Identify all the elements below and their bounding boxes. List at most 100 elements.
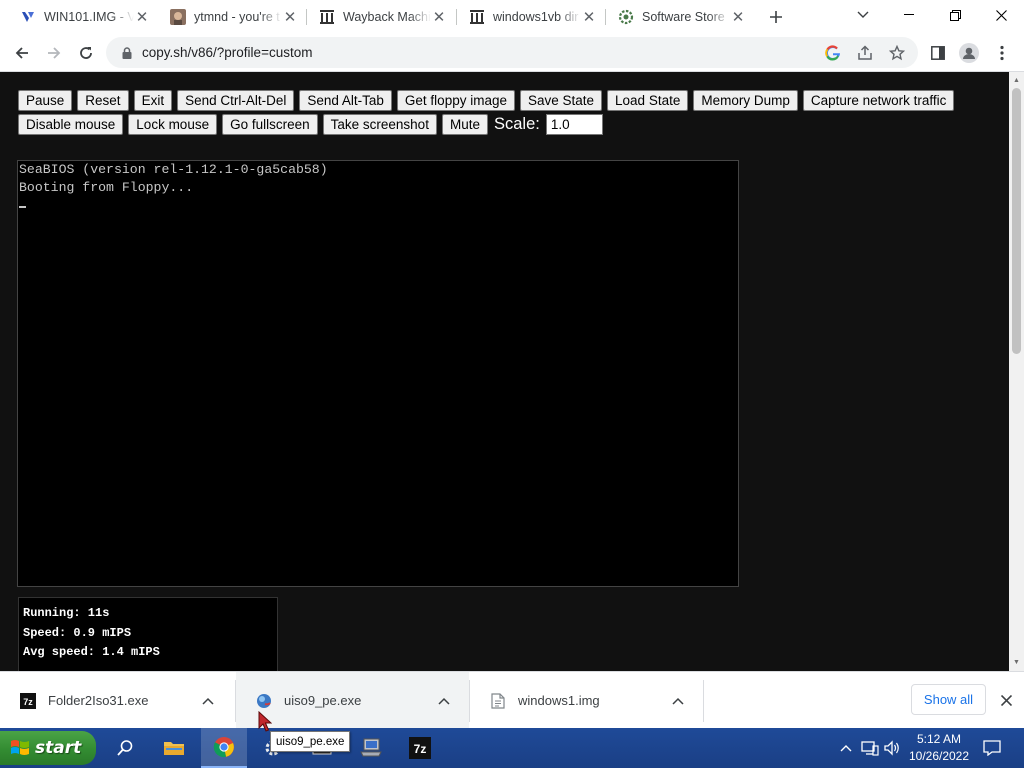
show-hidden-icons-button[interactable] — [836, 728, 856, 768]
scale-input[interactable] — [545, 114, 603, 135]
avg-speed-value: Avg speed: 1.4 mIPS — [23, 645, 160, 659]
bookmark-star-icon[interactable] — [888, 44, 906, 62]
kebab-menu-icon — [1000, 45, 1004, 61]
close-icon[interactable]: ✕ — [581, 9, 597, 26]
notification-icon — [983, 740, 1001, 756]
ytmnd-avatar-icon — [170, 9, 186, 25]
close-icon[interactable]: ✕ — [282, 9, 298, 26]
text-cursor — [19, 206, 26, 208]
omnibox[interactable]: copy.sh/v86/?profile=custom — [106, 37, 918, 68]
new-tab-button[interactable] — [764, 5, 788, 29]
take-screenshot-button[interactable]: Take screenshot — [322, 114, 437, 135]
profile-avatar[interactable] — [958, 42, 980, 64]
control-buttons-row-2: Disable mouse Lock mouse Go fullscreen T… — [18, 114, 603, 135]
tab-title: ytmnd - you're t — [194, 10, 280, 24]
side-panel-button[interactable] — [927, 42, 949, 64]
arrow-left-icon — [15, 47, 28, 59]
minimize-button[interactable] — [886, 0, 932, 30]
start-button[interactable]: start — [0, 731, 96, 765]
emulator-stats-panel: Running: 11s Speed: 0.9 mIPS Avg speed: … — [18, 597, 278, 671]
network-icon — [861, 741, 879, 756]
taskbar-clock[interactable]: 5:12 AM 10/26/2022 — [900, 730, 978, 766]
browser-tab-strip: WIN101.IMG - V ✕ ytmnd - you're t ✕ Wayb… — [0, 0, 1024, 34]
archive-building-icon — [319, 9, 335, 25]
download-item[interactable]: 7z Folder2Iso31.exe — [0, 672, 235, 729]
notifications-button[interactable] — [980, 728, 1004, 768]
scrollbar-thumb[interactable] — [1012, 88, 1021, 354]
tab-win101[interactable]: WIN101.IMG - V ✕ — [8, 0, 158, 34]
bios-version-line: SeaBIOS (version rel-1.12.1-0-ga5cab58) — [19, 162, 328, 177]
taskbar-computer[interactable] — [348, 728, 394, 768]
restore-icon — [949, 9, 961, 21]
mute-button[interactable]: Mute — [441, 114, 488, 135]
go-fullscreen-button[interactable]: Go fullscreen — [222, 114, 318, 135]
tab-software-store[interactable]: Software Store ✕ — [606, 0, 754, 34]
save-state-button[interactable]: Save State — [519, 90, 603, 111]
side-panel-icon — [931, 46, 945, 60]
close-icon — [995, 9, 1007, 21]
get-floppy-image-button[interactable]: Get floppy image — [396, 90, 515, 111]
close-icon[interactable]: ✕ — [134, 9, 150, 26]
taskbar-search-button[interactable] — [102, 728, 148, 768]
google-icon[interactable] — [824, 44, 842, 62]
scroll-up-arrow-icon[interactable]: ▲ — [1012, 75, 1021, 85]
7zip-icon: 7z — [20, 692, 36, 709]
download-separator — [703, 680, 704, 722]
menu-button[interactable] — [991, 42, 1013, 64]
pause-button[interactable]: Pause — [18, 90, 73, 111]
close-download-shelf-button[interactable] — [996, 690, 1016, 710]
taskbar-7zip[interactable]: 7z — [397, 728, 443, 768]
tab-wayback[interactable]: Wayback Machi ✕ — [307, 0, 455, 34]
restore-button[interactable] — [932, 0, 978, 30]
search-icon — [117, 740, 133, 756]
close-icon[interactable]: ✕ — [730, 9, 746, 26]
clock-time: 5:12 AM — [916, 732, 962, 746]
tab-title: Software Store — [642, 10, 725, 24]
show-all-downloads-button[interactable]: Show all — [911, 684, 986, 715]
page-scrollbar[interactable]: ▲ ▼ — [1009, 72, 1024, 671]
tab-ytmnd[interactable]: ytmnd - you're t ✕ — [158, 0, 306, 34]
download-item[interactable]: windows1.img — [470, 672, 703, 729]
chevron-up-icon[interactable] — [436, 693, 452, 709]
send-alt-tab-button[interactable]: Send Alt-Tab — [299, 90, 392, 111]
chevron-up-icon — [840, 745, 852, 752]
chevron-up-icon[interactable] — [670, 693, 686, 709]
network-tray-button[interactable] — [859, 728, 881, 768]
send-ctrl-alt-del-button[interactable]: Send Ctrl-Alt-Del — [177, 90, 295, 111]
speed-value: Speed: 0.9 mIPS — [23, 625, 132, 640]
tab-title: Wayback Machi — [343, 10, 431, 24]
download-tooltip: uiso9_pe.exe — [270, 731, 351, 752]
profile-icon — [959, 43, 979, 63]
close-icon[interactable]: ✕ — [431, 9, 447, 26]
memory-dump-button[interactable]: Memory Dump — [693, 90, 798, 111]
lock-mouse-button[interactable]: Lock mouse — [128, 114, 218, 135]
back-button[interactable] — [8, 39, 36, 67]
tab-search-button[interactable] — [840, 0, 886, 30]
emulator-screen[interactable]: SeaBIOS (version rel-1.12.1-0-ga5cab58) … — [17, 160, 739, 587]
capture-network-traffic-button[interactable]: Capture network traffic — [802, 90, 955, 111]
windows-flag-icon — [11, 740, 29, 755]
speaker-icon — [884, 740, 899, 756]
url-text[interactable]: copy.sh/v86/?profile=custom — [142, 45, 312, 60]
reload-icon — [80, 47, 92, 59]
ultraiso-globe-icon — [256, 693, 272, 709]
close-window-button[interactable] — [978, 0, 1024, 30]
forward-button[interactable] — [40, 39, 68, 67]
software-store-icon — [618, 9, 634, 25]
reload-button[interactable] — [72, 39, 100, 67]
reset-button[interactable]: Reset — [77, 90, 129, 111]
windows-taskbar: start 7z 5:12 AM 10/26/2022 — [0, 728, 1024, 768]
taskbar-file-explorer[interactable] — [151, 728, 197, 768]
v86-icon — [20, 9, 36, 25]
exit-button[interactable]: Exit — [133, 90, 173, 111]
close-icon — [1000, 694, 1012, 706]
taskbar-chrome[interactable] — [201, 728, 247, 768]
start-label: start — [35, 738, 82, 758]
chevron-up-icon[interactable] — [200, 693, 216, 709]
share-icon[interactable] — [856, 44, 874, 62]
tab-windows1vb[interactable]: windows1vb dir ✕ — [457, 0, 605, 34]
disable-mouse-button[interactable]: Disable mouse — [18, 114, 124, 135]
load-state-button[interactable]: Load State — [607, 90, 689, 111]
scroll-down-arrow-icon[interactable]: ▼ — [1012, 657, 1021, 667]
browser-toolbar: copy.sh/v86/?profile=custom — [0, 34, 1024, 72]
